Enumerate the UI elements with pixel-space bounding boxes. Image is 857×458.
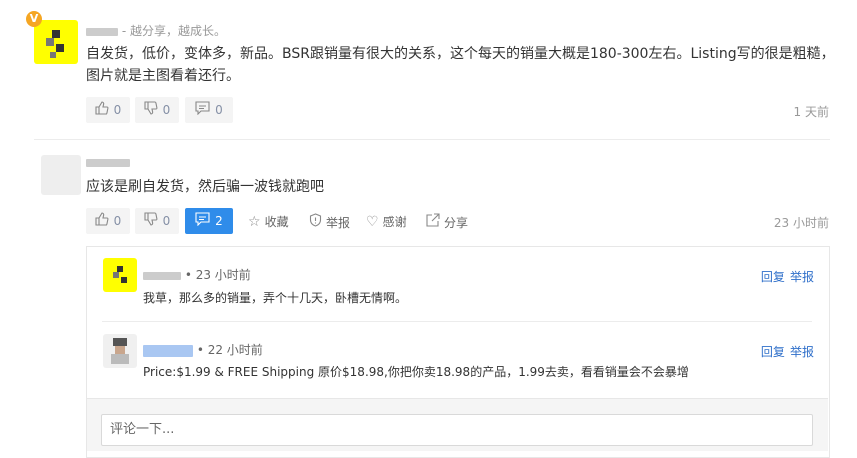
favorite-button[interactable]: ☆ 收藏: [248, 213, 289, 230]
upvote-count: 0: [113, 214, 122, 228]
comment-text: 自发货，低价，变体多，新品。BSR跟销量有很大的关系，这个每天的销量大概是180…: [86, 43, 835, 87]
thanks-label: 感谢: [382, 215, 407, 229]
author-line: [86, 155, 130, 169]
author-motto: 越分享，越成长。: [129, 24, 226, 38]
author-name-blurred[interactable]: [86, 158, 130, 167]
reply-link[interactable]: 回复: [761, 270, 785, 284]
reply-actions: 回复 举报: [761, 266, 814, 285]
reply-time: • 22 小时前: [196, 343, 263, 357]
upvote-button[interactable]: 0: [86, 208, 130, 234]
reply-text: Price:$1.99 & FREE Shipping 原价$18.98,你把你…: [143, 365, 689, 379]
favorite-label: 收藏: [264, 215, 289, 229]
thumbs-down-icon: [144, 101, 158, 119]
thumbs-down-icon: [144, 212, 158, 230]
star-icon: ☆: [248, 213, 261, 230]
comment-text-line: 自发货，低价，变体多，新品。BSR跟销量有很大的关系，这个每天的销量大概是180…: [86, 46, 835, 62]
reply-text: 我草，那么多的销量，弄个十几天，卧槽无情啊。: [143, 291, 408, 305]
share-label: 分享: [444, 215, 469, 230]
reply-meta: • 22 小时前: [143, 341, 263, 358]
upvote-button[interactable]: 0: [86, 97, 130, 123]
thumbs-up-icon: [95, 212, 109, 230]
author-name-blurred[interactable]: [86, 27, 118, 36]
reply-count: 0: [215, 103, 223, 117]
reply-actions: 回复 举报: [761, 341, 814, 360]
comment-time: 23 小时前: [773, 216, 829, 230]
reply-count: 2: [215, 214, 223, 228]
reply-count-button[interactable]: 0: [185, 97, 233, 123]
reply-meta: • 23 小时前: [143, 266, 251, 283]
divider: [102, 321, 812, 322]
report-link[interactable]: 举报: [790, 345, 814, 359]
avatar[interactable]: [34, 20, 78, 64]
report-button[interactable]: 举报: [309, 213, 350, 231]
comment-time: 1 天前: [793, 105, 829, 119]
reply-link[interactable]: 回复: [761, 345, 785, 359]
verified-badge-icon: V: [26, 11, 42, 27]
thumbs-up-icon: [95, 101, 109, 119]
comment-input[interactable]: 评论一下...: [101, 414, 813, 446]
comment-icon: [195, 101, 210, 119]
comment-text: 应该是刷自发货，然后骗一波钱就跑吧: [86, 179, 324, 195]
heart-icon: ♡: [366, 213, 379, 230]
avatar[interactable]: [103, 334, 137, 368]
reply-time: • 23 小时前: [184, 268, 251, 282]
upvote-count: 0: [113, 103, 122, 117]
downvote-count: 0: [162, 214, 171, 228]
avatar[interactable]: [103, 258, 137, 292]
avatar[interactable]: [41, 155, 81, 195]
author-separator: -: [121, 24, 130, 38]
author-name-blurred[interactable]: [143, 344, 193, 357]
comment-text-line: 图片就是主图看着还行。: [86, 68, 240, 84]
share-button[interactable]: 分享: [426, 213, 468, 231]
author-line: - 越分享，越成长。: [86, 22, 226, 39]
divider: [34, 139, 830, 140]
share-icon: [426, 213, 440, 231]
downvote-button[interactable]: 0: [135, 208, 179, 234]
downvote-count: 0: [162, 103, 171, 117]
reply-count-button[interactable]: 2: [185, 208, 233, 234]
downvote-button[interactable]: 0: [135, 97, 179, 123]
report-label: 举报: [326, 215, 351, 230]
comment-icon: [195, 212, 210, 230]
thanks-button[interactable]: ♡ 感谢: [366, 213, 407, 230]
author-name-blurred[interactable]: [143, 271, 181, 280]
shield-icon: [309, 213, 322, 231]
report-link[interactable]: 举报: [790, 270, 814, 284]
